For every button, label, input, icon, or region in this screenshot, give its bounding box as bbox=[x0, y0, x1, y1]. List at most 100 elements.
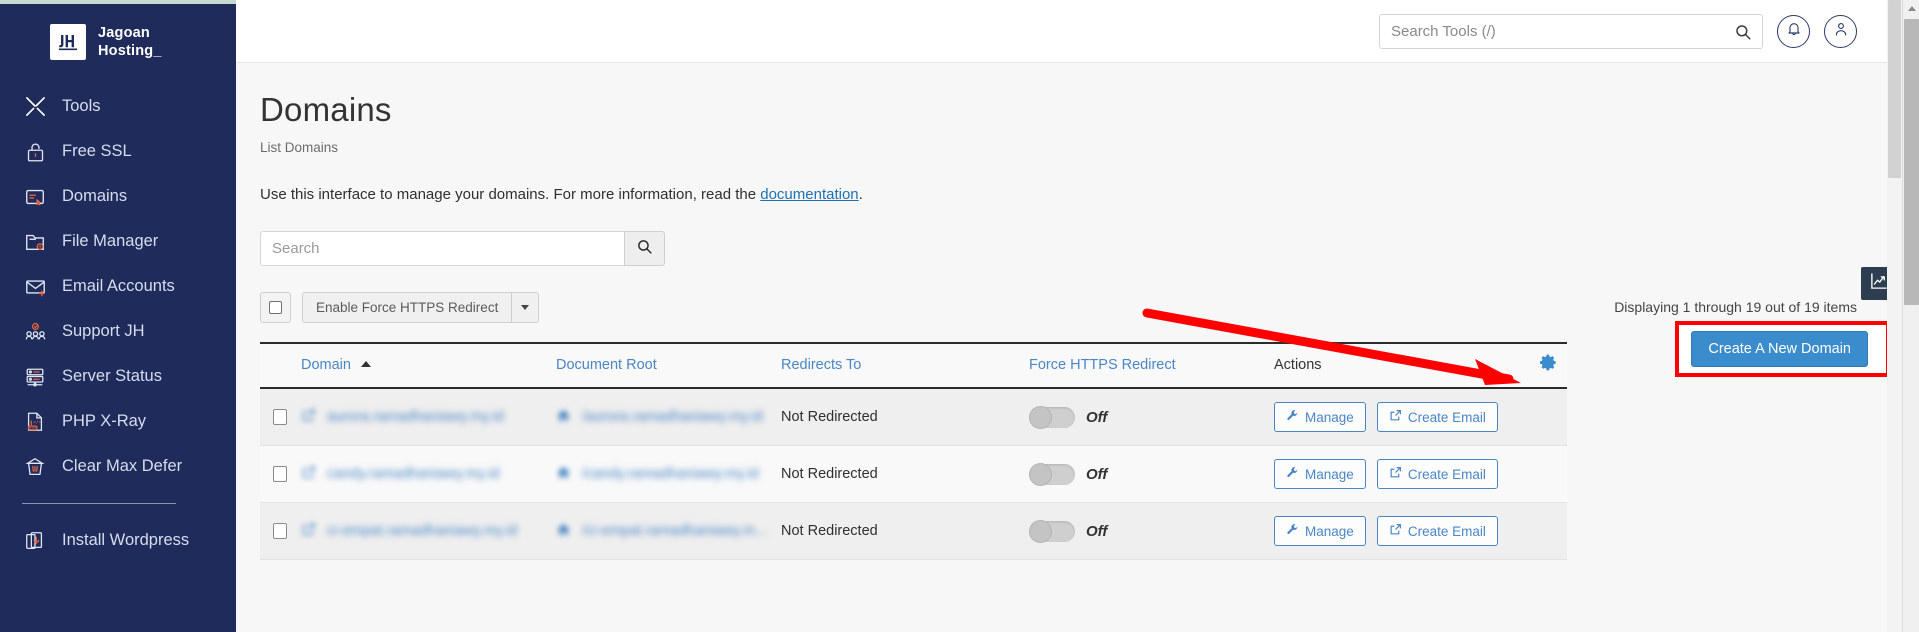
manage-label: Manage bbox=[1305, 466, 1354, 482]
table-settings-button[interactable] bbox=[1458, 342, 1567, 390]
sidebar: Jagoan Hosting_ Tools Free SSL Domains F… bbox=[0, 0, 236, 632]
force-https-toggle[interactable] bbox=[1029, 519, 1075, 543]
create-email-button[interactable]: Create Email bbox=[1376, 402, 1498, 433]
wrench-icon bbox=[1286, 466, 1299, 482]
sidebar-item-clear-max-defer[interactable]: Clear Max Defer bbox=[0, 444, 236, 489]
search-icon bbox=[636, 238, 653, 260]
cell-domain[interactable]: ci-empat.ramadhaniawy.my.id bbox=[301, 503, 556, 560]
browser-scrollbar-track[interactable] bbox=[1902, 0, 1919, 632]
sidebar-item-label: Tools bbox=[62, 97, 101, 116]
create-email-button[interactable]: Create Email bbox=[1376, 459, 1498, 490]
row-select-cell bbox=[260, 446, 301, 503]
jagoan-glyph-icon bbox=[59, 35, 77, 51]
cell-redirects-to: Not Redirected bbox=[781, 466, 878, 483]
bulk-action-dropdown-toggle[interactable] bbox=[512, 292, 540, 324]
sidebar-item-label: Domains bbox=[62, 187, 128, 206]
th-domain[interactable]: Domain bbox=[301, 342, 556, 390]
force-https-toggle[interactable] bbox=[1029, 405, 1075, 429]
force-https-toggle-wrap: Off bbox=[1029, 519, 1274, 543]
sidebar-item-tools[interactable]: Tools bbox=[0, 84, 236, 129]
sidebar-item-domains[interactable]: Domains bbox=[0, 174, 236, 219]
create-email-button[interactable]: Create Email bbox=[1376, 516, 1498, 547]
table-row[interactable]: ci-empat.ramadhaniawy.my.id /ci-empat.ra… bbox=[260, 502, 1567, 560]
force-https-toggle[interactable] bbox=[1029, 462, 1075, 486]
row-checkbox[interactable] bbox=[273, 409, 287, 426]
folder-gear-icon bbox=[22, 229, 48, 255]
external-link-icon bbox=[1389, 523, 1402, 539]
search-icon[interactable] bbox=[1734, 23, 1752, 46]
create-domain-highlight: Create A New Domain bbox=[1675, 321, 1890, 377]
sidebar-item-support-jh[interactable]: Support JH bbox=[0, 309, 236, 354]
trash-icon bbox=[22, 454, 48, 480]
domain-filter-row bbox=[260, 231, 1919, 267]
cell-actions: Manage Create Email bbox=[1274, 503, 1567, 560]
domain-search-button[interactable] bbox=[624, 231, 665, 267]
row-checkbox[interactable] bbox=[273, 466, 287, 483]
manage-label: Manage bbox=[1305, 409, 1354, 425]
wordpress-install-icon bbox=[22, 528, 48, 554]
table-row[interactable]: candy.ramadhaniawy.my.id /candy.ramadhan… bbox=[260, 445, 1567, 503]
intro-text: Use this interface to manage your domain… bbox=[260, 186, 1919, 203]
cell-actions: Manage Create Email bbox=[1274, 446, 1567, 503]
php-file-icon: </> PHP bbox=[22, 409, 48, 435]
gear-icon bbox=[1539, 354, 1558, 376]
sidebar-item-server-status[interactable]: Server Status bbox=[0, 354, 236, 399]
cell-force-https: Off bbox=[1029, 446, 1274, 503]
cell-domain[interactable]: aurora.ramadhaniawy.my.id bbox=[301, 388, 556, 446]
browser-scrollbar-thumb[interactable] bbox=[1904, 19, 1919, 305]
inner-scrollbar-track[interactable] bbox=[1887, 0, 1902, 632]
cell-redirects-to: Not Redirected bbox=[781, 409, 878, 426]
sidebar-item-label: Clear Max Defer bbox=[62, 457, 183, 476]
server-icon bbox=[22, 364, 48, 390]
manage-button[interactable]: Manage bbox=[1274, 516, 1366, 547]
table-row[interactable]: aurora.ramadhaniawy.my.id /aurora.ramadh… bbox=[260, 388, 1567, 446]
bulk-action-split-button: Enable Force HTTPS Redirect bbox=[302, 292, 540, 324]
svg-text:PHP: PHP bbox=[30, 426, 36, 430]
global-search[interactable] bbox=[1379, 13, 1763, 49]
notifications-button[interactable] bbox=[1777, 14, 1810, 48]
th-redirects-to[interactable]: Redirects To bbox=[781, 342, 1029, 390]
row-checkbox[interactable] bbox=[273, 523, 287, 540]
checkbox-box-icon bbox=[269, 301, 282, 315]
cell-redirects-to: Not Redirected bbox=[781, 523, 878, 540]
svg-text:</>: </> bbox=[33, 419, 42, 425]
manage-button[interactable]: Manage bbox=[1274, 402, 1366, 433]
envelope-plus-icon bbox=[22, 274, 48, 300]
sidebar-item-label: Server Status bbox=[62, 367, 162, 386]
sidebar-item-install-wordpress[interactable]: Install Wordpress bbox=[0, 518, 236, 563]
force-https-toggle-wrap: Off bbox=[1029, 462, 1274, 486]
th-domain-label: Domain bbox=[301, 356, 351, 373]
th-select bbox=[260, 342, 301, 390]
documentation-link[interactable]: documentation bbox=[760, 186, 858, 203]
manage-button[interactable]: Manage bbox=[1274, 459, 1366, 490]
home-icon bbox=[556, 408, 571, 427]
create-email-label: Create Email bbox=[1407, 466, 1486, 482]
cell-document-root: /aurora.ramadhaniawy.my.id bbox=[556, 388, 781, 446]
sidebar-item-free-ssl[interactable]: Free SSL bbox=[0, 129, 236, 174]
th-force-https-redirect[interactable]: Force HTTPS Redirect bbox=[1029, 342, 1274, 390]
wrench-icon bbox=[1286, 409, 1299, 425]
brand-logo[interactable]: Jagoan Hosting_ bbox=[0, 0, 236, 61]
lock-icon bbox=[22, 139, 48, 165]
create-a-new-domain-button[interactable]: Create A New Domain bbox=[1691, 331, 1868, 367]
bell-icon bbox=[1786, 21, 1802, 42]
inner-scrollbar-thumb[interactable] bbox=[1888, 0, 1901, 178]
row-select-cell bbox=[260, 388, 301, 446]
cell-domain[interactable]: candy.ramadhaniawy.my.id bbox=[301, 446, 556, 503]
sidebar-item-php-x-ray[interactable]: </> PHP PHP X-Ray bbox=[0, 399, 236, 444]
home-icon bbox=[556, 522, 571, 541]
chart-line-icon bbox=[1869, 272, 1889, 295]
domain-search-input[interactable] bbox=[260, 231, 624, 267]
sidebar-item-email-accounts[interactable]: Email Accounts bbox=[0, 264, 236, 309]
scrollbar-up-button[interactable] bbox=[1903, 0, 1919, 17]
enable-force-https-button[interactable]: Enable Force HTTPS Redirect bbox=[302, 292, 513, 324]
force-https-state: Off bbox=[1086, 522, 1108, 540]
account-button[interactable] bbox=[1824, 14, 1857, 48]
sidebar-top-strip bbox=[0, 0, 236, 4]
select-all-checkbox[interactable] bbox=[260, 292, 291, 324]
sidebar-item-label: Install Wordpress bbox=[62, 531, 190, 550]
search-tools-input[interactable] bbox=[1380, 14, 1762, 48]
th-document-root[interactable]: Document Root bbox=[556, 342, 781, 390]
displaying-count: Displaying 1 through 19 out of 19 items bbox=[1614, 299, 1857, 315]
sidebar-item-file-manager[interactable]: File Manager bbox=[0, 219, 236, 264]
